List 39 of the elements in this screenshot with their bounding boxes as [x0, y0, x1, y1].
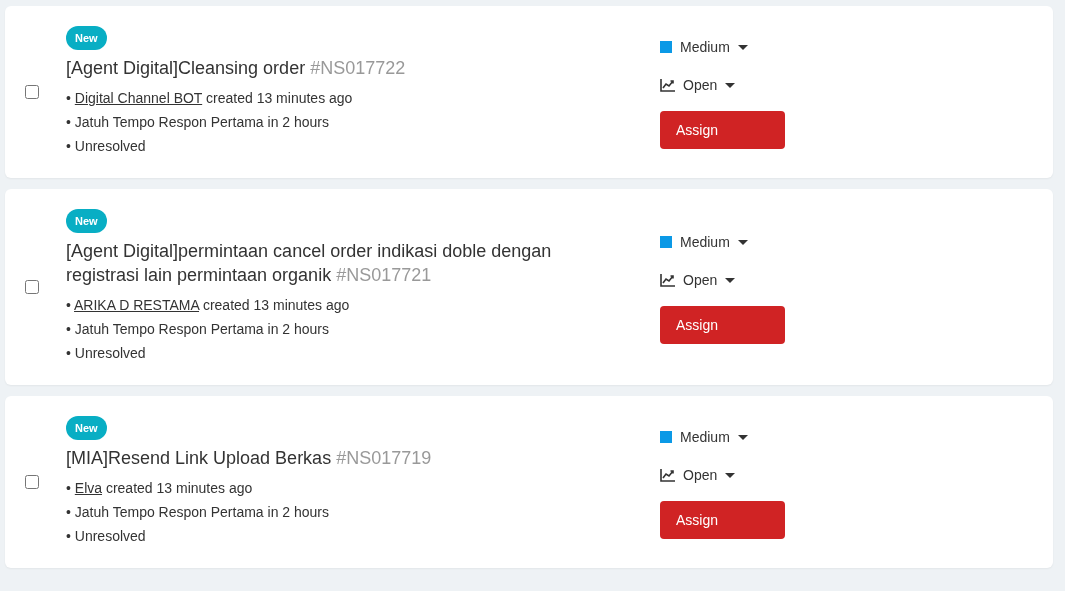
- chart-icon: [660, 273, 675, 287]
- priority-dropdown[interactable]: Medium: [660, 230, 748, 254]
- info-line: • Unresolved: [66, 137, 146, 156]
- assign-button[interactable]: Assign: [660, 306, 785, 344]
- info-line: • Jatuh Tempo Respon Pertama in 2 hours: [66, 503, 330, 522]
- priority-dropdown[interactable]: Medium: [660, 35, 748, 59]
- caret-icon: [737, 434, 748, 440]
- ticket-title[interactable]: [Agent Digital]permintaan cancel order indikasi doble dengan registrasi lain permintaan organik #NS017721: [66, 239, 606, 287]
- author-link[interactable]: Digital Channel BOT: [74, 90, 203, 106]
- status-dropdown[interactable]: Open: [660, 463, 736, 487]
- status-dropdown[interactable]: Open: [660, 73, 736, 97]
- chart-icon: [660, 468, 675, 482]
- caret-icon: [725, 277, 736, 283]
- author-link[interactable]: ARIKA D RESTAMA: [74, 297, 200, 313]
- ticket-title[interactable]: [MIA]Resend Link Upload Berkas #NS017719: [66, 446, 432, 470]
- status-badge: New: [66, 209, 107, 233]
- assign-button[interactable]: Assign: [660, 501, 785, 539]
- caret-icon: [737, 44, 748, 50]
- author-link[interactable]: Elva: [74, 480, 103, 496]
- ticket-checkbox[interactable]: [25, 280, 39, 294]
- assign-button[interactable]: Assign: [660, 111, 785, 149]
- info-line: • Jatuh Tempo Respon Pertama in 2 hours: [66, 320, 330, 339]
- info-line: • Unresolved: [66, 344, 146, 363]
- created-info: • Digital Channel BOT created 13 minutes ago: [66, 89, 353, 108]
- priority-dropdown[interactable]: Medium: [660, 425, 748, 449]
- created-info: • ARIKA D RESTAMA created 13 minutes ago: [66, 296, 350, 315]
- info-line: • Unresolved: [66, 527, 146, 546]
- status-badge: New: [66, 26, 107, 50]
- ticket-title[interactable]: [Agent Digital]Cleansing order #NS017722: [66, 56, 406, 80]
- info-line: • Jatuh Tempo Respon Pertama in 2 hours: [66, 113, 330, 132]
- caret-icon: [725, 82, 736, 88]
- status-dropdown[interactable]: Open: [660, 268, 736, 292]
- chart-icon: [660, 78, 675, 92]
- status-badge: New: [66, 416, 107, 440]
- created-info: • Elva created 13 minutes ago: [66, 479, 253, 498]
- caret-icon: [737, 239, 748, 245]
- ticket-checkbox[interactable]: [25, 85, 39, 99]
- caret-icon: [725, 472, 736, 478]
- ticket-checkbox[interactable]: [25, 475, 39, 489]
